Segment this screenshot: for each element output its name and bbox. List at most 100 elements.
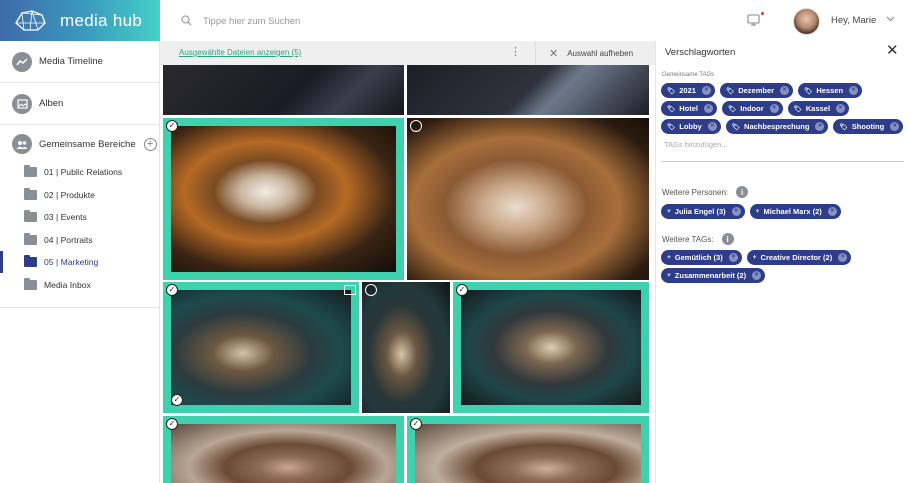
remove-tag-icon[interactable]: × [836, 104, 846, 113]
tag-chip[interactable]: 🏷 Dezember × [719, 83, 794, 98]
top-bar: Hey, Marie [160, 0, 910, 41]
photo-tile[interactable]: ✓ [453, 282, 649, 413]
more-tags-label: Weitere TAGs: [662, 234, 714, 244]
suggested-tag-label: Gemütlich (3) [674, 253, 723, 262]
close-icon: ✕ [549, 47, 559, 60]
photo-tile[interactable] [407, 65, 649, 115]
tag-chip[interactable]: 🏷 Shooting × [833, 119, 904, 134]
sidebar-group-shared[interactable]: Gemeinsame Bereiche + [0, 131, 159, 157]
photo-lounge-wide [171, 290, 351, 405]
remove-tag-icon[interactable]: × [704, 104, 714, 113]
remove-tag-icon[interactable]: × [769, 104, 779, 113]
photo-lounge-right [461, 290, 641, 405]
tag-chip[interactable]: 🏷 Nachbesprechung × [725, 119, 829, 134]
photo-tile[interactable] [362, 282, 450, 413]
tag-label: Shooting [851, 122, 885, 131]
folder-icon [24, 255, 37, 268]
tag-chip[interactable]: 🏷 Hotel × [661, 101, 718, 116]
folder-events[interactable]: 03 | Events [0, 206, 159, 229]
checkmark-icon[interactable]: ✓ [171, 394, 183, 406]
notification-icon[interactable] [747, 13, 761, 27]
more-options-icon[interactable]: ⋮ [510, 47, 521, 58]
photo-tile[interactable]: ✓ ✓ [163, 282, 359, 413]
sidebar-item-media-timeline[interactable]: Media Timeline [0, 41, 159, 83]
suggested-tag-label: Zusammenarbeit (2) [674, 271, 747, 280]
checkmark-icon[interactable]: ✓ [166, 284, 178, 296]
checkmark-icon[interactable]: ✓ [456, 284, 468, 296]
remove-tag-icon[interactable]: × [780, 86, 790, 95]
show-selected-link[interactable]: Ausgewählte Dateien anzeigen (5) [179, 48, 301, 57]
logo-icon [15, 9, 46, 31]
common-tags-label: Gemeinsame TAGs [662, 72, 715, 78]
sidebar: Media Timeline Alben Gemeinsame Bereiche… [0, 41, 160, 483]
checkmark-icon[interactable]: ✓ [166, 120, 178, 132]
person-chip[interactable]: + Michael Marx (2) × [749, 204, 841, 219]
remove-icon[interactable]: × [827, 207, 837, 216]
remove-tag-icon[interactable]: × [701, 86, 711, 95]
photo-tile[interactable]: ✓ [407, 416, 649, 483]
chevron-down-icon[interactable] [886, 16, 895, 22]
tag-label: Indoor [740, 104, 764, 113]
suggested-tag-chip[interactable]: + Creative Director (2) × [746, 250, 852, 265]
more-tags-list: + Gemütlich (3) × + Creative Director (2) × … [661, 250, 906, 283]
tag-label: 2021 [679, 86, 696, 95]
photo-tile[interactable] [407, 118, 649, 280]
tag-chip[interactable]: 🏷 2021 × [661, 83, 715, 98]
remove-icon[interactable]: × [728, 253, 738, 262]
folder-icon [24, 210, 37, 223]
sidebar-item-label: Alben [39, 98, 64, 109]
tag-chip[interactable]: 🏷 Hessen × [798, 83, 863, 98]
selection-bar: Ausgewählte Dateien anzeigen (5) ⋮ ✕ Aus… [160, 41, 655, 65]
tag-chip[interactable]: 🏷 Kassel × [787, 101, 850, 116]
photo-grid: ✓ ✓ ✓ ✓ ✓ ✓ [160, 65, 655, 483]
notification-badge [761, 12, 764, 15]
photo-tile[interactable]: ✓ [163, 118, 404, 280]
avatar[interactable] [793, 8, 820, 35]
suggested-tag-chip[interactable]: + Gemütlich (3) × [661, 250, 742, 265]
folder-public-relations[interactable]: 01 | Public Relations [0, 161, 159, 184]
checkmark-icon[interactable]: ✓ [166, 418, 178, 430]
folder-produkte[interactable]: 02 | Produkte [0, 184, 159, 207]
person-chip[interactable]: + Julia Engel (3) × [661, 204, 745, 219]
info-icon[interactable]: i [721, 233, 734, 245]
suggested-tag-chip[interactable]: + Zusammenarbeit (2) × [661, 268, 766, 283]
photo-tile[interactable]: ✓ [163, 416, 404, 483]
photo-top-right-partial [407, 65, 649, 115]
select-circle-icon[interactable] [410, 120, 422, 132]
tag-chip[interactable]: 🏷 Lobby × [661, 119, 721, 134]
add-area-button[interactable]: + [143, 137, 157, 151]
info-icon[interactable]: i [736, 186, 749, 198]
checkmark-icon[interactable]: ✓ [410, 418, 422, 430]
plus-icon: + [667, 272, 671, 279]
app-name: media hub [60, 10, 143, 30]
folder-marketing[interactable]: 05 | Marketing [0, 251, 159, 274]
remove-icon[interactable]: × [838, 253, 848, 262]
tag-icon: 🏷 [667, 123, 676, 131]
user-greeting[interactable]: Hey, Marie [831, 15, 876, 26]
add-tag-input[interactable] [661, 137, 756, 152]
remove-tag-icon[interactable]: × [815, 122, 825, 131]
tag-icon: 🏷 [839, 123, 848, 131]
tagging-panel: Verschlagworten ✕ Gemeinsame TAGs 🏷 2021 ×… [655, 41, 910, 483]
folder-label: 02 | Produkte [44, 189, 95, 200]
remove-tag-icon[interactable]: × [707, 122, 717, 131]
tag-icon: 🏷 [667, 105, 676, 113]
sidebar-item-alben[interactable]: Alben [0, 83, 159, 125]
deselect-button[interactable]: ✕ Auswahl aufheben [535, 41, 655, 65]
photo-tile[interactable] [163, 65, 404, 115]
folder-icon [24, 187, 37, 200]
expand-icon[interactable] [344, 285, 356, 295]
remove-icon[interactable]: × [731, 207, 741, 216]
select-circle-icon[interactable] [365, 284, 377, 296]
remove-icon[interactable]: × [752, 271, 762, 280]
search-input[interactable] [203, 12, 503, 30]
plus-icon: + [667, 208, 671, 215]
app-logo[interactable]: media hub [0, 0, 160, 41]
remove-tag-icon[interactable]: × [890, 122, 900, 131]
tag-icon: 🏷 [728, 105, 737, 113]
remove-tag-icon[interactable]: × [849, 86, 859, 95]
tag-chip[interactable]: 🏷 Indoor × [722, 101, 783, 116]
folder-portraits[interactable]: 04 | Portraits [0, 229, 159, 252]
close-panel-icon[interactable]: ✕ [886, 43, 899, 58]
folder-media-inbox[interactable]: Media Inbox [0, 274, 159, 297]
